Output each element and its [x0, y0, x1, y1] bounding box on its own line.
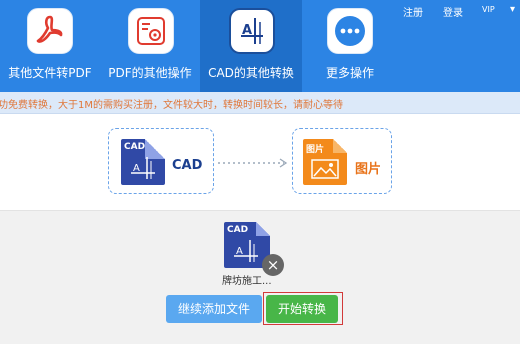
target-format-label: 图片 — [355, 162, 382, 177]
conversion-panel: CAD A CAD 图片 图片 — [0, 114, 520, 210]
overflow-icon[interactable]: ▾ — [510, 4, 515, 15]
remove-file-icon[interactable]: × — [262, 254, 284, 276]
tool-label: 其他文件转PDF — [8, 66, 92, 80]
cad-icon: A — [229, 8, 275, 54]
settings-icon — [128, 8, 174, 54]
pdf-icon — [27, 8, 73, 54]
tool-label: PDF的其他操作 — [108, 66, 192, 80]
start-conversion-button[interactable]: 开始转换 — [266, 295, 338, 323]
tool-label: CAD的其他转换 — [208, 66, 294, 80]
svg-text:A: A — [236, 246, 243, 257]
tool-cad-conversion[interactable]: A CAD的其他转换 — [200, 0, 302, 92]
svg-text:A: A — [242, 23, 252, 38]
image-file-icon: 图片 — [303, 139, 347, 185]
tool-more-operations[interactable]: 更多操作 — [302, 0, 398, 92]
target-format-box: 图片 图片 — [292, 128, 392, 194]
more-icon — [327, 8, 373, 54]
tool-other-to-pdf[interactable]: 其他文件转PDF — [0, 0, 100, 92]
source-format-label: CAD — [172, 158, 203, 173]
tool-pdf-operations[interactable]: PDF的其他操作 — [100, 0, 200, 92]
top-toolbar: 其他文件转PDF PDF的其他操作 A CAD的其他转换 更多操作 注册 登录 … — [0, 0, 520, 92]
add-more-files-button[interactable]: 继续添加文件 — [166, 295, 262, 323]
notice-text: 功免费转换，大于1M的需购买注册，文件较大时，转换时间较长，请耐心等待 — [0, 100, 343, 111]
tool-label: 更多操作 — [325, 66, 374, 80]
register-link[interactable]: 注册 — [403, 4, 423, 19]
login-link[interactable]: 登录 — [443, 4, 463, 19]
vip-badge[interactable]: VIP — [482, 5, 495, 14]
arrow-icon — [218, 158, 288, 168]
notice-bar: 功免费转换，大于1M的需购买注册，文件较大时，转换时间较长，请耐心等待 — [0, 92, 520, 114]
cad-file-icon: CAD A — [121, 139, 165, 185]
uploaded-file-name: 牌坊施工... — [222, 276, 272, 287]
account-links: 注册 登录 VIP ▾ — [390, 4, 520, 19]
svg-text:A: A — [133, 163, 140, 174]
source-format-box: CAD A CAD — [108, 128, 214, 194]
